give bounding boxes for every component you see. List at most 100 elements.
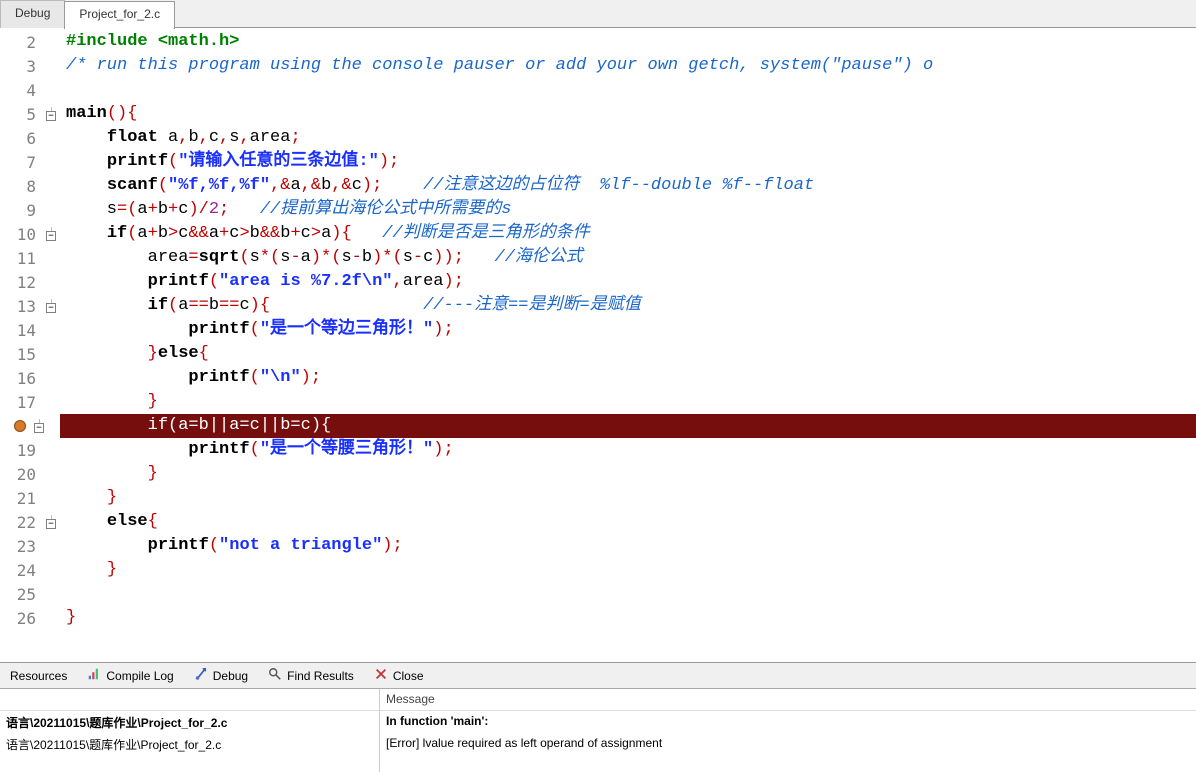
results-message-header: Message bbox=[380, 689, 1196, 711]
gutter-row[interactable]: 14 bbox=[0, 318, 60, 342]
code-editor[interactable]: 2345−678910−111213−14151617−19202122−232… bbox=[0, 28, 1196, 662]
gutter-row[interactable]: 16 bbox=[0, 366, 60, 390]
gutter-row[interactable]: 7 bbox=[0, 150, 60, 174]
gutter-row[interactable]: 15 bbox=[0, 342, 60, 366]
line-number: 6 bbox=[0, 129, 42, 148]
fold-toggle-icon[interactable]: − bbox=[34, 423, 44, 433]
gutter-row[interactable]: 26 bbox=[0, 606, 60, 630]
line-number: 8 bbox=[0, 177, 42, 196]
result-message-row[interactable]: In function 'main': bbox=[380, 711, 1196, 733]
tab-resources[interactable]: Resources bbox=[0, 663, 77, 688]
find-icon bbox=[268, 667, 282, 684]
fold-toggle-icon[interactable]: − bbox=[46, 519, 56, 529]
line-number: 10 bbox=[0, 225, 42, 244]
code-line[interactable]: printf("请输入任意的三条边值:"); bbox=[60, 150, 1196, 174]
line-number: 16 bbox=[0, 369, 42, 388]
line-number: 25 bbox=[0, 585, 42, 604]
code-line[interactable] bbox=[60, 78, 1196, 102]
gutter-row[interactable]: 2 bbox=[0, 30, 60, 54]
line-number: 17 bbox=[0, 393, 42, 412]
compiler-results: 语言\20211015\题库作业\Project_for_2.c语言\20211… bbox=[0, 688, 1196, 772]
tab-compile-log[interactable]: Compile Log bbox=[77, 663, 183, 688]
code-line[interactable]: } bbox=[60, 558, 1196, 582]
fold-column[interactable]: − bbox=[30, 419, 48, 433]
code-line[interactable]: main(){ bbox=[60, 102, 1196, 126]
code-area[interactable]: #include <math.h>/* run this program usi… bbox=[60, 28, 1196, 662]
fold-column[interactable]: − bbox=[42, 515, 60, 529]
fold-toggle-icon[interactable]: − bbox=[46, 231, 56, 241]
results-message-column: Message In function 'main':[Error] lvalu… bbox=[380, 689, 1196, 772]
gutter-row[interactable]: 25 bbox=[0, 582, 60, 606]
gutter-row[interactable]: 24 bbox=[0, 558, 60, 582]
compile-log-icon bbox=[87, 667, 101, 684]
line-number: 15 bbox=[0, 345, 42, 364]
result-file-row[interactable]: 语言\20211015\题库作业\Project_for_2.c bbox=[0, 733, 379, 755]
close-label: Close bbox=[393, 669, 424, 683]
editor-tabs: Debug Project_for_2.c bbox=[0, 0, 1196, 28]
resources-label: Resources bbox=[10, 669, 67, 683]
line-number: 3 bbox=[0, 57, 42, 76]
gutter-row[interactable]: 21 bbox=[0, 486, 60, 510]
gutter-row[interactable]: − bbox=[0, 414, 60, 438]
code-line[interactable]: area=sqrt(s*(s-a)*(s-b)*(s-c)); //海伦公式 bbox=[60, 246, 1196, 270]
code-line[interactable]: /* run this program using the console pa… bbox=[60, 54, 1196, 78]
fold-toggle-icon[interactable]: − bbox=[46, 303, 56, 313]
code-line[interactable]: } bbox=[60, 462, 1196, 486]
tab-active-file[interactable]: Project_for_2.c bbox=[64, 1, 175, 29]
breakpoint-icon[interactable] bbox=[14, 420, 26, 432]
code-line[interactable]: if(a==b==c){ //---注意==是判断=是赋值 bbox=[60, 294, 1196, 318]
code-line[interactable]: scanf("%f,%f,%f",&a,&b,&c); //注意这边的占位符 %… bbox=[60, 174, 1196, 198]
code-line[interactable]: printf("area is %7.2f\n",area); bbox=[60, 270, 1196, 294]
line-number: 23 bbox=[0, 537, 42, 556]
code-line[interactable]: if(a=b||a=c||b=c){ bbox=[60, 414, 1196, 438]
code-line[interactable]: printf("not a triangle"); bbox=[60, 534, 1196, 558]
gutter-row[interactable]: 19 bbox=[0, 438, 60, 462]
code-line[interactable] bbox=[60, 582, 1196, 606]
close-icon bbox=[374, 667, 388, 684]
tab-find-results[interactable]: Find Results bbox=[258, 663, 364, 688]
tab-debug[interactable]: Debug bbox=[0, 0, 65, 28]
gutter-row[interactable]: 11 bbox=[0, 246, 60, 270]
code-line[interactable]: } bbox=[60, 486, 1196, 510]
fold-column[interactable]: − bbox=[42, 227, 60, 241]
code-line[interactable]: printf("\n"); bbox=[60, 366, 1196, 390]
code-line[interactable]: } bbox=[60, 606, 1196, 630]
gutter-row[interactable]: 9 bbox=[0, 198, 60, 222]
gutter-row[interactable]: 13− bbox=[0, 294, 60, 318]
code-line[interactable]: if(a+b>c&&a+c>b&&b+c>a){ //判断是否是三角形的条件 bbox=[60, 222, 1196, 246]
gutter-row[interactable]: 20 bbox=[0, 462, 60, 486]
result-file-row[interactable]: 语言\20211015\题库作业\Project_for_2.c bbox=[0, 711, 379, 733]
line-number: 26 bbox=[0, 609, 42, 628]
gutter-row[interactable]: 17 bbox=[0, 390, 60, 414]
result-message-row[interactable]: [Error] lvalue required as left operand … bbox=[380, 733, 1196, 755]
fold-column[interactable]: − bbox=[42, 299, 60, 313]
line-number: 4 bbox=[0, 81, 42, 100]
line-number: 11 bbox=[0, 249, 42, 268]
gutter: 2345−678910−111213−14151617−19202122−232… bbox=[0, 28, 60, 662]
gutter-row[interactable]: 8 bbox=[0, 174, 60, 198]
code-line[interactable]: s=(a+b+c)/2; //提前算出海伦公式中所需要的s bbox=[60, 198, 1196, 222]
gutter-row[interactable]: 4 bbox=[0, 78, 60, 102]
gutter-row[interactable]: 10− bbox=[0, 222, 60, 246]
line-number: 24 bbox=[0, 561, 42, 580]
gutter-row[interactable]: 23 bbox=[0, 534, 60, 558]
code-line[interactable]: #include <math.h> bbox=[60, 30, 1196, 54]
code-line[interactable]: }else{ bbox=[60, 342, 1196, 366]
code-line[interactable]: } bbox=[60, 390, 1196, 414]
line-number: 20 bbox=[0, 465, 42, 484]
compile-log-label: Compile Log bbox=[106, 669, 173, 683]
fold-toggle-icon[interactable]: − bbox=[46, 111, 56, 121]
gutter-row[interactable]: 6 bbox=[0, 126, 60, 150]
code-line[interactable]: float a,b,c,s,area; bbox=[60, 126, 1196, 150]
gutter-row[interactable]: 5− bbox=[0, 102, 60, 126]
code-line[interactable]: printf("是一个等腰三角形！"); bbox=[60, 438, 1196, 462]
tab-close[interactable]: Close bbox=[364, 663, 434, 688]
code-line[interactable]: else{ bbox=[60, 510, 1196, 534]
fold-column[interactable]: − bbox=[42, 107, 60, 121]
tab-debug-bottom[interactable]: Debug bbox=[184, 663, 258, 688]
gutter-row[interactable]: 12 bbox=[0, 270, 60, 294]
code-line[interactable]: printf("是一个等边三角形！"); bbox=[60, 318, 1196, 342]
line-number: 5 bbox=[0, 105, 42, 124]
gutter-row[interactable]: 22− bbox=[0, 510, 60, 534]
gutter-row[interactable]: 3 bbox=[0, 54, 60, 78]
